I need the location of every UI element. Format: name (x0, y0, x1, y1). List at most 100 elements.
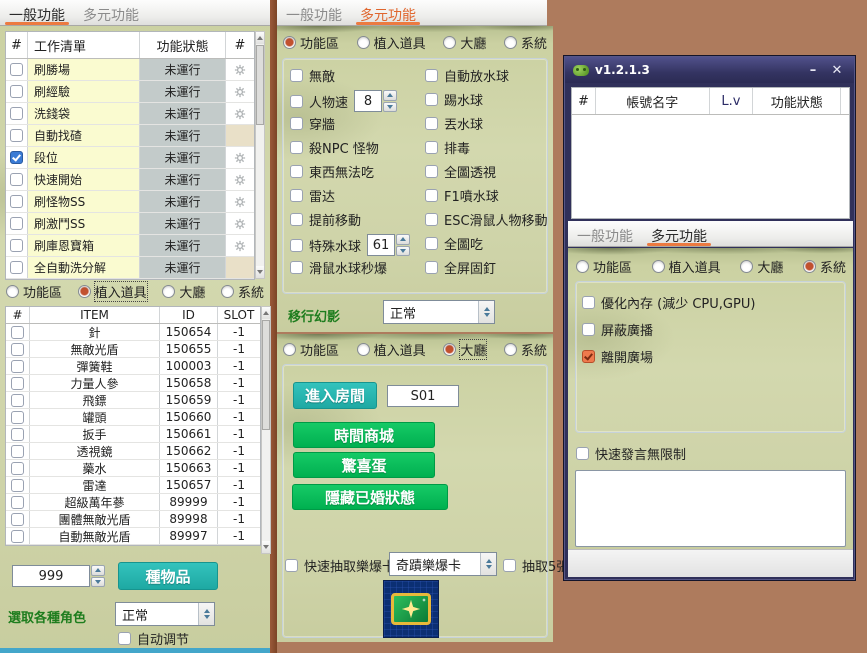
feature-checkbox[interactable] (425, 189, 438, 202)
item-table-scrollbar[interactable] (261, 306, 271, 554)
spinner-value[interactable]: 999 (12, 565, 90, 587)
item-checkbox[interactable] (11, 411, 24, 424)
radio-system[interactable]: 系統 (803, 257, 846, 276)
gear-icon[interactable] (226, 147, 254, 168)
item-checkbox[interactable] (11, 428, 24, 441)
radio-insert-item[interactable]: 植入道具 (357, 33, 426, 52)
item-checkbox[interactable] (11, 445, 24, 458)
feature-checkbox[interactable] (425, 261, 438, 274)
spinner-up-button[interactable] (91, 565, 105, 576)
task-checkbox[interactable] (10, 85, 23, 98)
item-checkbox[interactable] (11, 360, 24, 373)
radio-button[interactable] (283, 343, 296, 356)
quick-say-textarea[interactable] (575, 470, 846, 547)
radio-button[interactable] (504, 36, 517, 49)
gear-icon[interactable] (226, 81, 254, 102)
radio-button[interactable] (357, 36, 370, 49)
radio-button[interactable] (357, 343, 370, 356)
task-checkbox[interactable] (10, 151, 23, 164)
minimize-button[interactable]: – (804, 63, 822, 78)
item-checkbox[interactable] (11, 394, 24, 407)
feature-checkbox[interactable] (290, 239, 303, 252)
feature-checkbox[interactable] (290, 95, 303, 108)
tab-general[interactable]: 一般功能 (0, 0, 74, 25)
radio-lobby[interactable]: 大廳 (443, 33, 486, 52)
shadow-mode-select[interactable]: 正常 (383, 300, 495, 324)
feature-checkbox[interactable] (290, 141, 303, 154)
spinner-value[interactable]: 8 (354, 90, 382, 112)
radio-function-area[interactable]: 功能區 (6, 282, 62, 301)
plant-item-button[interactable]: 種物品 (118, 562, 218, 590)
tab-multi[interactable]: 多元功能 (351, 0, 425, 25)
time-shop-button[interactable]: 時間商城 (293, 422, 435, 448)
dropdown-spin-buttons[interactable] (480, 553, 496, 575)
radio-lobby[interactable]: 大廳 (740, 257, 783, 276)
radio-button[interactable] (443, 343, 456, 356)
item-checkbox[interactable] (11, 343, 24, 356)
spinner-down-button[interactable] (383, 102, 397, 113)
titlebar[interactable]: v1.2.1.3 – ✕ (565, 57, 854, 83)
radio-button[interactable] (443, 36, 456, 49)
radio-button[interactable] (78, 285, 91, 298)
radio-button[interactable] (221, 285, 234, 298)
radio-button[interactable] (6, 285, 19, 298)
quick-draw-checkbox[interactable] (285, 559, 298, 572)
tab-multi[interactable]: 多元功能 (642, 221, 716, 246)
task-checkbox[interactable] (10, 239, 23, 252)
radio-insert-item[interactable]: 植入道具 (78, 282, 147, 301)
feature-checkbox[interactable] (290, 117, 303, 130)
feature-checkbox[interactable] (425, 141, 438, 154)
draw-five-checkbox[interactable] (503, 559, 516, 572)
gear-icon[interactable] (226, 235, 254, 256)
system-checkbox[interactable] (582, 296, 595, 309)
item-checkbox[interactable] (11, 479, 24, 492)
surprise-egg-button[interactable]: 驚喜蛋 (293, 452, 435, 478)
task-checkbox[interactable] (10, 217, 23, 230)
scroll-up-button[interactable] (262, 307, 270, 319)
task-checkbox[interactable] (10, 63, 23, 76)
hide-married-button[interactable]: 隱藏已婚狀態 (292, 484, 448, 510)
feature-checkbox[interactable] (290, 165, 303, 178)
radio-button[interactable] (576, 260, 589, 273)
system-checkbox[interactable] (582, 323, 595, 336)
feature-checkbox[interactable] (425, 237, 438, 250)
feature-checkbox[interactable] (425, 69, 438, 82)
task-checkbox[interactable] (10, 129, 23, 142)
item-checkbox[interactable] (11, 513, 24, 526)
card-type-select[interactable]: 奇蹟樂爆卡 (389, 552, 497, 576)
quick-say-checkbox[interactable] (576, 447, 589, 460)
task-checkbox[interactable] (10, 173, 23, 186)
gear-icon[interactable] (226, 191, 254, 212)
item-checkbox[interactable] (11, 462, 24, 475)
role-select[interactable]: 正常 (115, 602, 215, 626)
gear-icon[interactable] (226, 169, 254, 190)
scrollbar-thumb[interactable] (256, 45, 264, 125)
radio-lobby[interactable]: 大廳 (443, 340, 486, 359)
task-checkbox[interactable] (10, 107, 23, 120)
close-button[interactable]: ✕ (828, 63, 846, 78)
radio-button[interactable] (162, 285, 175, 298)
item-checkbox[interactable] (11, 326, 24, 339)
auto-adjust-checkbox[interactable] (118, 632, 131, 645)
task-table-scrollbar[interactable] (255, 31, 265, 279)
radio-system[interactable]: 系統 (504, 340, 547, 359)
radio-button[interactable] (283, 36, 296, 49)
scroll-down-button[interactable] (262, 541, 270, 553)
tab-general[interactable]: 一般功能 (568, 221, 642, 246)
room-input[interactable]: S01 (387, 385, 459, 407)
radio-system[interactable]: 系統 (221, 282, 264, 301)
enter-room-button[interactable]: 進入房間 (293, 382, 377, 409)
spinner-value[interactable]: 61 (367, 234, 395, 256)
radio-system[interactable]: 系統 (504, 33, 547, 52)
feature-checkbox[interactable] (290, 189, 303, 202)
tab-general[interactable]: 一般功能 (277, 0, 351, 25)
radio-insert-item[interactable]: 植入道具 (357, 340, 426, 359)
spinner-down-button[interactable] (91, 577, 105, 588)
feature-checkbox[interactable] (290, 213, 303, 226)
system-checkbox[interactable] (582, 350, 595, 363)
spinner-up-button[interactable] (396, 234, 410, 245)
radio-function-area[interactable]: 功能區 (283, 340, 339, 359)
feature-checkbox[interactable] (425, 213, 438, 226)
feature-checkbox[interactable] (425, 165, 438, 178)
feature-checkbox[interactable] (425, 93, 438, 106)
